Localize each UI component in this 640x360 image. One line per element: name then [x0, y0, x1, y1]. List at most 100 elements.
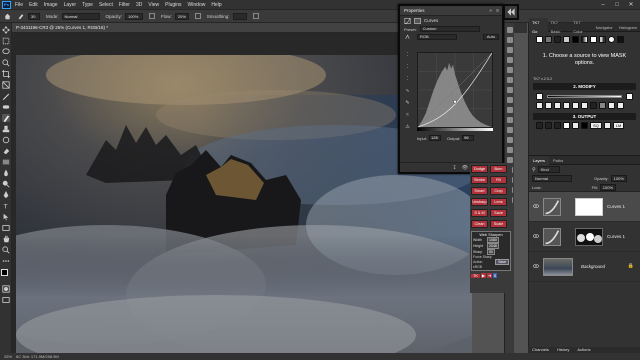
modify-blur-icon[interactable] [572, 102, 579, 109]
action-fill-button[interactable]: Fill [490, 175, 507, 184]
output-sq-button[interactable]: SQ [590, 122, 602, 129]
action-scale-button[interactable]: Scale [490, 219, 507, 228]
menu-select[interactable]: Select [99, 2, 113, 8]
tab-histogram[interactable]: Histogram [616, 23, 640, 32]
document-tab[interactable]: P-3431196-CR3 @ 25% (Curves 1, RGB/16) * [12, 23, 402, 33]
tab-actions[interactable]: Actions [573, 347, 594, 353]
layer-name[interactable]: Curves 1 [607, 204, 625, 209]
tk-button[interactable]: TK [471, 273, 480, 278]
modify-expand-icon[interactable] [554, 102, 561, 109]
healing-brush-tool-icon[interactable] [2, 103, 10, 111]
input-field[interactable]: 128 [429, 135, 442, 141]
sample-black-eyedropper-icon[interactable]: ⁚ [404, 52, 411, 59]
menu-3d[interactable]: 3D [136, 2, 142, 8]
layer-row[interactable]: Curves 1 [529, 192, 640, 222]
on-image-adjust-icon[interactable] [404, 34, 411, 40]
clone-stamp-tool-icon[interactable] [2, 125, 10, 133]
menu-layer[interactable]: Layer [64, 2, 77, 8]
mode-select[interactable]: Normal [61, 12, 100, 20]
dock-adjustments-icon[interactable] [507, 67, 513, 73]
modify-sharpen-icon[interactable] [581, 102, 588, 109]
source-circle-swatch[interactable] [608, 36, 615, 43]
frame-tool-icon[interactable] [2, 81, 10, 89]
flow-field[interactable]: 20% [174, 12, 189, 20]
brush-tool-icon[interactable] [17, 12, 25, 20]
menu-view[interactable]: View [148, 2, 159, 8]
home-icon[interactable] [4, 13, 11, 20]
modify-gray-icon[interactable] [599, 102, 606, 109]
layer-row[interactable]: Background 🔒 [529, 252, 640, 282]
source-gray-swatch[interactable] [545, 36, 552, 43]
gradient-tool-icon[interactable] [2, 158, 10, 166]
output-levels-icon[interactable] [554, 122, 561, 129]
output-paint-icon[interactable] [572, 122, 579, 129]
blend-mode-select[interactable]: Normal [532, 175, 572, 182]
lasso-tool-icon[interactable] [2, 48, 10, 56]
layer-name[interactable]: Background [581, 264, 605, 269]
dock-paragraph-icon[interactable] [507, 117, 513, 123]
layer-opacity-field[interactable]: 100% [610, 175, 627, 182]
smooth-curve-icon[interactable]: ≈ [404, 112, 411, 119]
dock-info-icon[interactable] [507, 127, 513, 133]
play-icon[interactable]: ▶ [480, 273, 486, 278]
quick-select-tool-icon[interactable] [2, 59, 10, 67]
pressure-opacity-toggle[interactable] [149, 13, 156, 19]
eraser-tool-icon[interactable] [2, 147, 10, 155]
color-swatches[interactable] [1, 269, 11, 281]
smoothing-field[interactable] [232, 12, 247, 20]
brush-size-field[interactable]: 30 [28, 12, 40, 20]
source-dark-swatch[interactable] [554, 36, 561, 43]
action-crop-button[interactable]: Crop [490, 186, 507, 195]
auto-button[interactable]: Auto [483, 34, 499, 40]
menu-window[interactable]: Window [188, 2, 206, 8]
action-lens-button[interactable]: Lens [490, 197, 507, 206]
clip-to-layer-icon[interactable]: ↧ [453, 165, 457, 171]
dock-character-icon[interactable] [507, 107, 513, 113]
action-unsharp-button[interactable]: Unsharp [471, 197, 488, 206]
menu-help[interactable]: Help [211, 2, 221, 8]
marquee-tool-icon[interactable] [2, 37, 10, 45]
action-burn-button[interactable]: Burn [490, 164, 507, 173]
rectangle-tool-icon[interactable] [2, 224, 10, 232]
tab-layers[interactable]: Layers [529, 155, 550, 165]
source-white-swatch[interactable] [536, 36, 543, 43]
mask-icon[interactable] [414, 17, 421, 24]
dock-swatches-icon[interactable] [507, 37, 513, 43]
layer-mask-thumbnail[interactable] [575, 198, 603, 216]
tab-channels[interactable]: Channels [528, 347, 553, 353]
collapse-icon[interactable]: » [489, 8, 492, 14]
visibility-eye-icon[interactable] [533, 204, 539, 208]
airbrush-toggle[interactable] [194, 13, 201, 19]
crop-tool-icon[interactable] [2, 70, 10, 78]
action-save-button[interactable]: Save [490, 208, 507, 217]
menu-file[interactable]: File [15, 2, 23, 8]
action-dodge-button[interactable]: Dodge [471, 164, 488, 173]
quick-mask-icon[interactable] [2, 285, 10, 293]
curves-graph[interactable] [417, 52, 493, 128]
sample-gray-eyedropper-icon[interactable]: ⁚ [404, 64, 411, 71]
layer-row[interactable]: Curves 1 [529, 222, 640, 252]
layer-kind-select[interactable]: Kind [537, 166, 560, 173]
foreground-color-swatch[interactable] [1, 269, 8, 276]
layer-name[interactable]: Curves 1 [607, 234, 625, 239]
modify-end-icon[interactable] [626, 92, 633, 100]
srgb-option[interactable]: sRGB [473, 265, 509, 269]
action-smart-button[interactable]: Smart [471, 186, 488, 195]
modify-invert-icon[interactable] [590, 102, 597, 109]
source-mask-swatch[interactable] [617, 36, 624, 43]
path-selection-tool-icon[interactable] [2, 213, 10, 221]
output-layer-icon[interactable] [536, 122, 543, 129]
output-color-icon[interactable] [563, 122, 570, 129]
source-split-swatch[interactable] [599, 36, 606, 43]
maximize-icon[interactable]: □ [610, 0, 624, 10]
visibility-eye-icon[interactable] [533, 264, 539, 268]
opacity-field[interactable]: 100% [125, 12, 144, 20]
menu-plugins[interactable]: Plugins [165, 2, 181, 8]
source-white2-swatch[interactable] [590, 36, 597, 43]
preset-select[interactable]: Custom [419, 26, 480, 32]
edit-points-icon[interactable]: ∿ [404, 88, 411, 95]
channel-select[interactable]: RGB [417, 34, 457, 40]
modify-brush-icon[interactable] [545, 102, 552, 109]
settings-gear-icon[interactable] [252, 13, 259, 19]
menu-filter[interactable]: Filter [119, 2, 130, 8]
